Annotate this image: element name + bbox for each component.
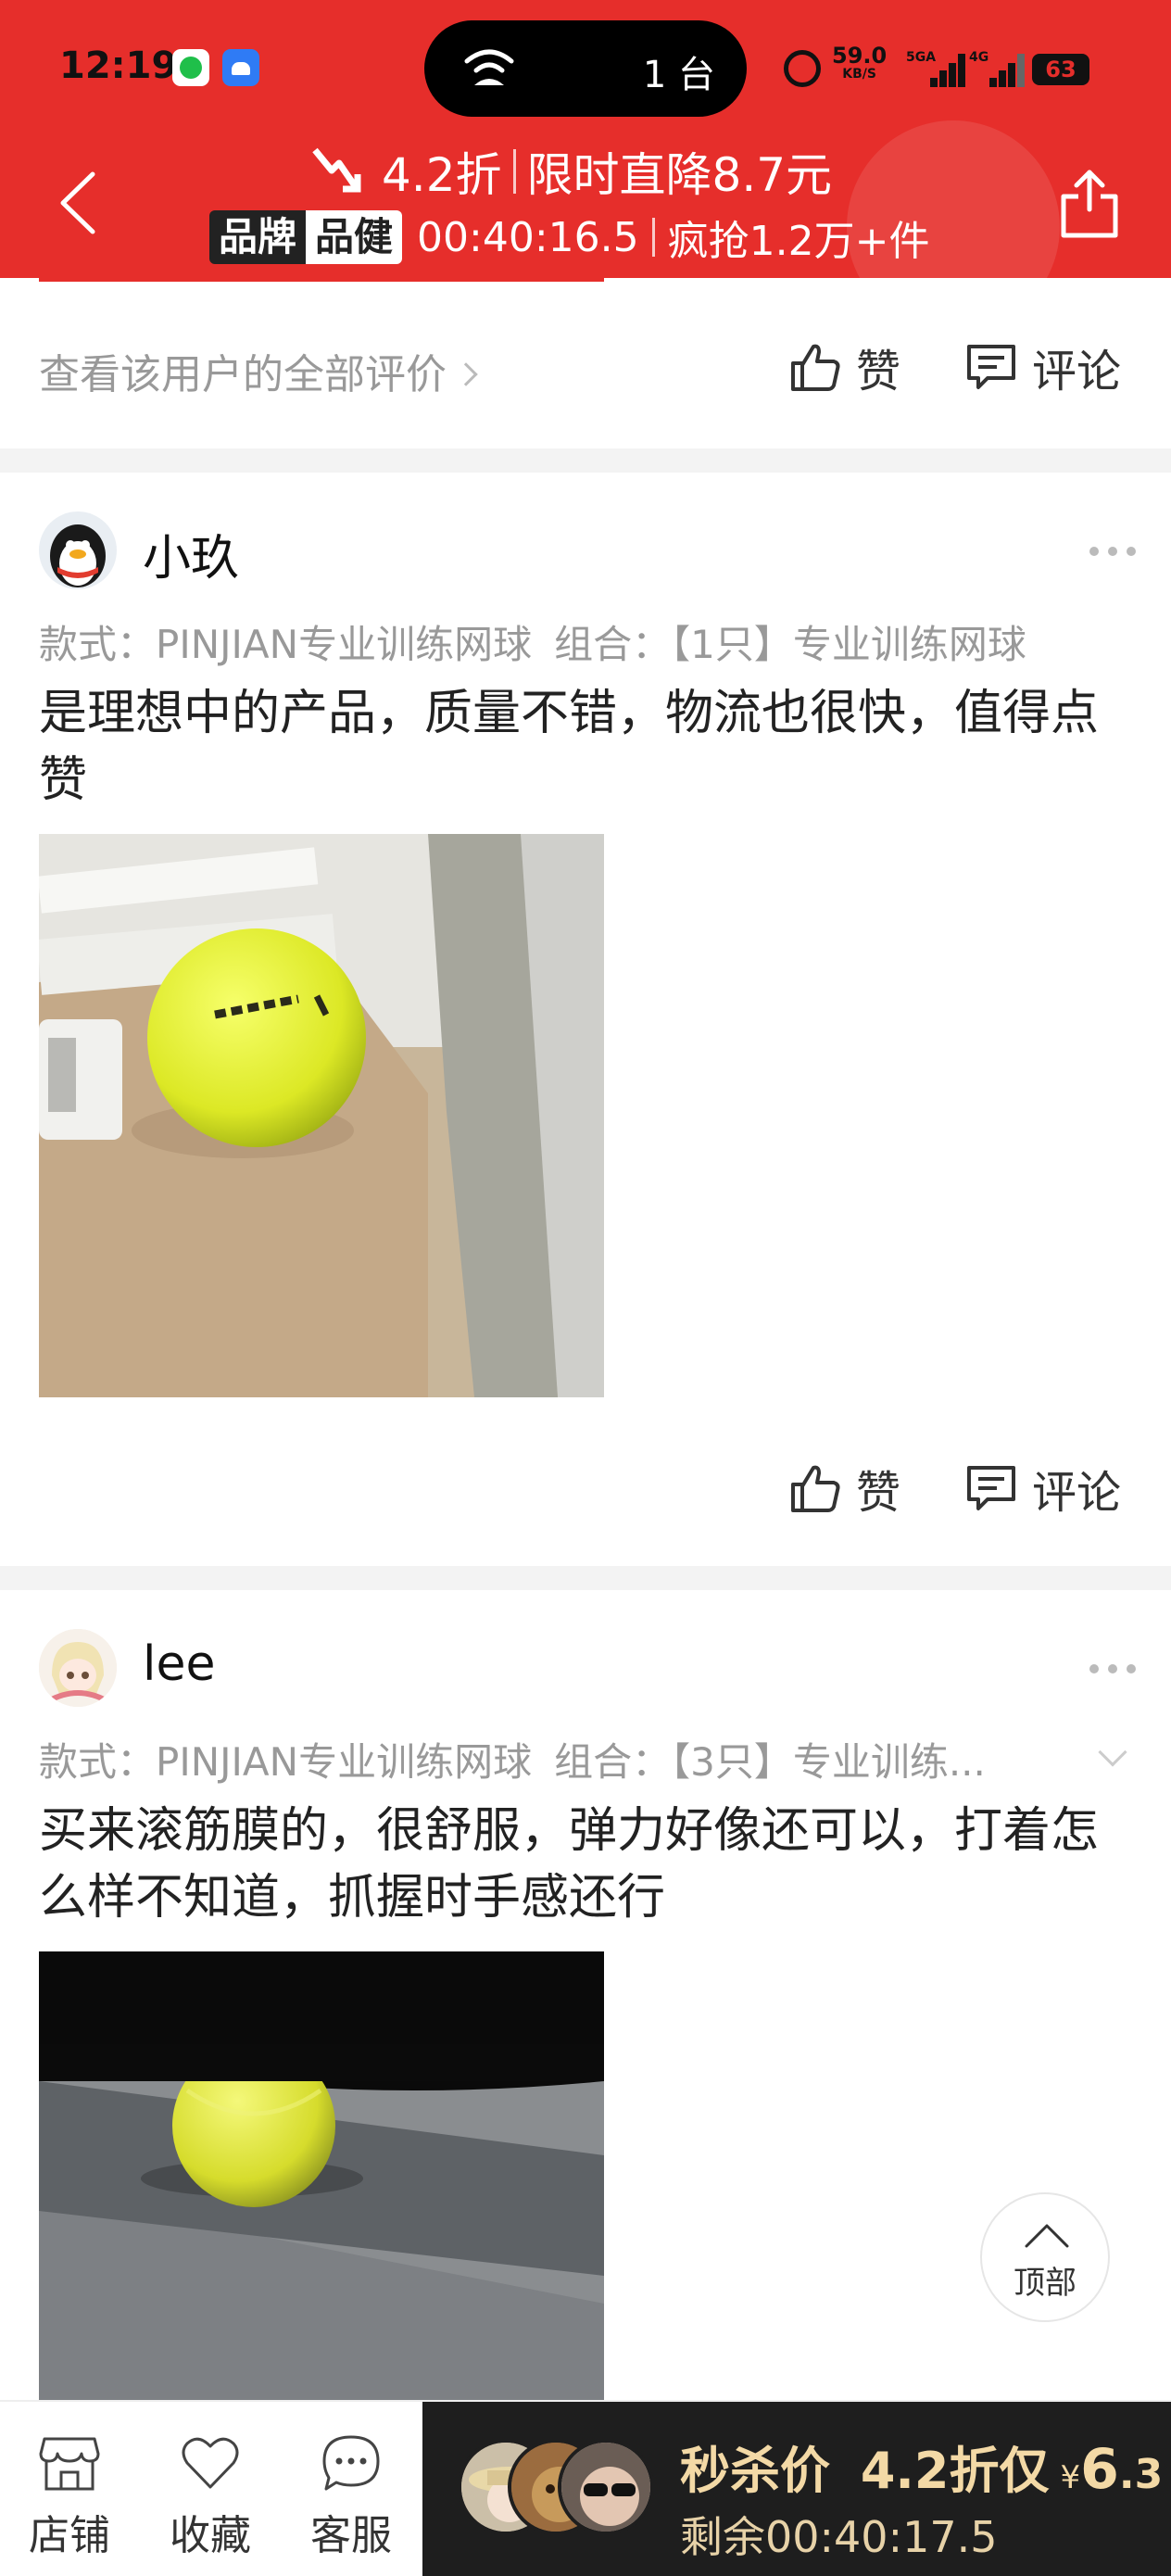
signal-4g-icon: 4G <box>969 50 1025 87</box>
chevron-up-icon <box>1025 2224 1069 2248</box>
divider <box>651 218 655 257</box>
shop-button[interactable]: 店铺 <box>9 2433 130 2561</box>
divider <box>512 149 516 194</box>
tennis-ball-photo <box>39 1951 604 2400</box>
battery-icon: 63 <box>1032 54 1089 85</box>
chevron-right-icon <box>454 362 478 386</box>
sku-info: 款式：PINJIAN专业训练网球 组合：【3只】专业训练... <box>39 1739 986 1785</box>
review-text: 买来滚筋膜的，很舒服，弹力好像还可以，打着怎么样不知道，抓握时手感还行 <box>39 1803 1100 1926</box>
sku-info: 款式：PINJIAN专业训练网球 组合：【1只】专业训练网球 <box>39 622 1026 667</box>
alarm-icon <box>784 50 821 87</box>
dynamic-island[interactable]: 1 台 <box>424 20 747 117</box>
favorite-button[interactable]: 收藏 <box>150 2433 271 2561</box>
buyer-avatars <box>458 2439 654 2541</box>
promo-subline: 品牌 品健 00:40:16.5 疯抢1.2万+件 <box>209 208 929 267</box>
username[interactable]: lee <box>143 1636 215 1692</box>
shop-icon <box>39 2437 100 2491</box>
avatar[interactable] <box>39 1629 117 1707</box>
price-drop-icon <box>312 147 361 193</box>
signal-5ga-icon: 5GA <box>906 50 965 87</box>
review-photo[interactable] <box>39 834 604 1397</box>
header: 12:19 1 台 59.0 KB/S 5GA 4G 63 4.2折 限时直降8… <box>0 0 1171 278</box>
countdown-text: 00:40:16.5 <box>417 213 639 261</box>
like-button[interactable]: 赞 <box>787 339 900 398</box>
thumbs-up-icon <box>791 344 840 391</box>
review-actions: 赞 评论 <box>0 1442 1171 1534</box>
heart-icon <box>182 2437 239 2489</box>
prev-review-actions: 查看该用户的全部评价 赞 评论 <box>0 321 1171 413</box>
review-text: 是理想中的产品，质量不错，物流也很快，值得点赞 <box>39 686 1100 808</box>
comment-icon <box>967 345 1015 389</box>
status-time: 12:19 <box>59 44 178 87</box>
seckill-buy-button[interactable]: 秒杀价 4.2折仅 ¥6.3 剩余00:40:17.5 <box>422 2402 1171 2576</box>
brand-tag: 品牌 品健 <box>209 210 403 264</box>
thumbs-up-icon <box>791 1465 840 1512</box>
more-options-icon[interactable] <box>1089 547 1136 558</box>
more-options-icon[interactable] <box>1089 1664 1136 1675</box>
penguin-avatar-icon <box>50 524 106 587</box>
comment-button[interactable]: 评论 <box>963 339 1121 398</box>
android-app-icon <box>222 49 259 86</box>
seckill-price: 秒杀价 4.2折仅 ¥6.3 <box>680 2437 1164 2502</box>
like-button[interactable]: 赞 <box>787 1460 900 1519</box>
seckill-remaining-time: 剩余00:40:17.5 <box>680 2512 998 2562</box>
promo-headline: 4.2折 限时直降8.7元 <box>309 139 832 204</box>
customer-service-button[interactable]: 客服 <box>291 2433 411 2561</box>
wifi-share-icon <box>464 49 514 85</box>
back-to-top-button[interactable]: 顶部 <box>980 2192 1110 2322</box>
bottom-bar: 店铺 收藏 客服 秒杀价 4.2折仅 ¥6.3 剩余00:40:17.5 <box>0 2400 1171 2576</box>
back-to-top-label: 顶部 <box>1014 2265 1077 2302</box>
avatar <box>558 2439 654 2535</box>
review-photo[interactable] <box>39 1951 604 2400</box>
review-card: 小玖 款式：PINJIAN专业训练网球 组合：【1只】专业训练网球 是理想中的产品… <box>0 473 1171 1559</box>
comment-icon <box>967 1466 1015 1510</box>
status-icons: 59.0 KB/S 5GA 4G 63 <box>784 39 1099 98</box>
anime-girl-avatar-icon <box>39 1629 117 1707</box>
previous-photo-edge <box>39 278 604 282</box>
discount-text: 4.2折 <box>382 148 502 202</box>
chat-bubble-icon <box>322 2435 380 2491</box>
tennis-ball-photo <box>39 834 604 1397</box>
net-speed: 59.0 KB/S <box>832 43 888 82</box>
view-all-reviews-link[interactable]: 查看该用户的全部评价 <box>39 341 478 400</box>
section-gap <box>0 448 1171 473</box>
share-icon[interactable] <box>1056 167 1123 241</box>
avatar[interactable] <box>39 511 117 589</box>
price-drop-text: 限时直降8.7元 <box>526 148 833 202</box>
back-icon[interactable] <box>56 170 102 235</box>
expand-chevron-icon[interactable] <box>1098 1737 1127 1767</box>
comment-button[interactable]: 评论 <box>963 1460 1121 1519</box>
sold-count-text: 疯抢1.2万+件 <box>667 218 930 265</box>
section-gap <box>0 1566 1171 1590</box>
username[interactable]: 小玖 <box>143 519 239 588</box>
message-app-icon <box>172 49 209 86</box>
island-text: 1 台 <box>642 54 715 96</box>
